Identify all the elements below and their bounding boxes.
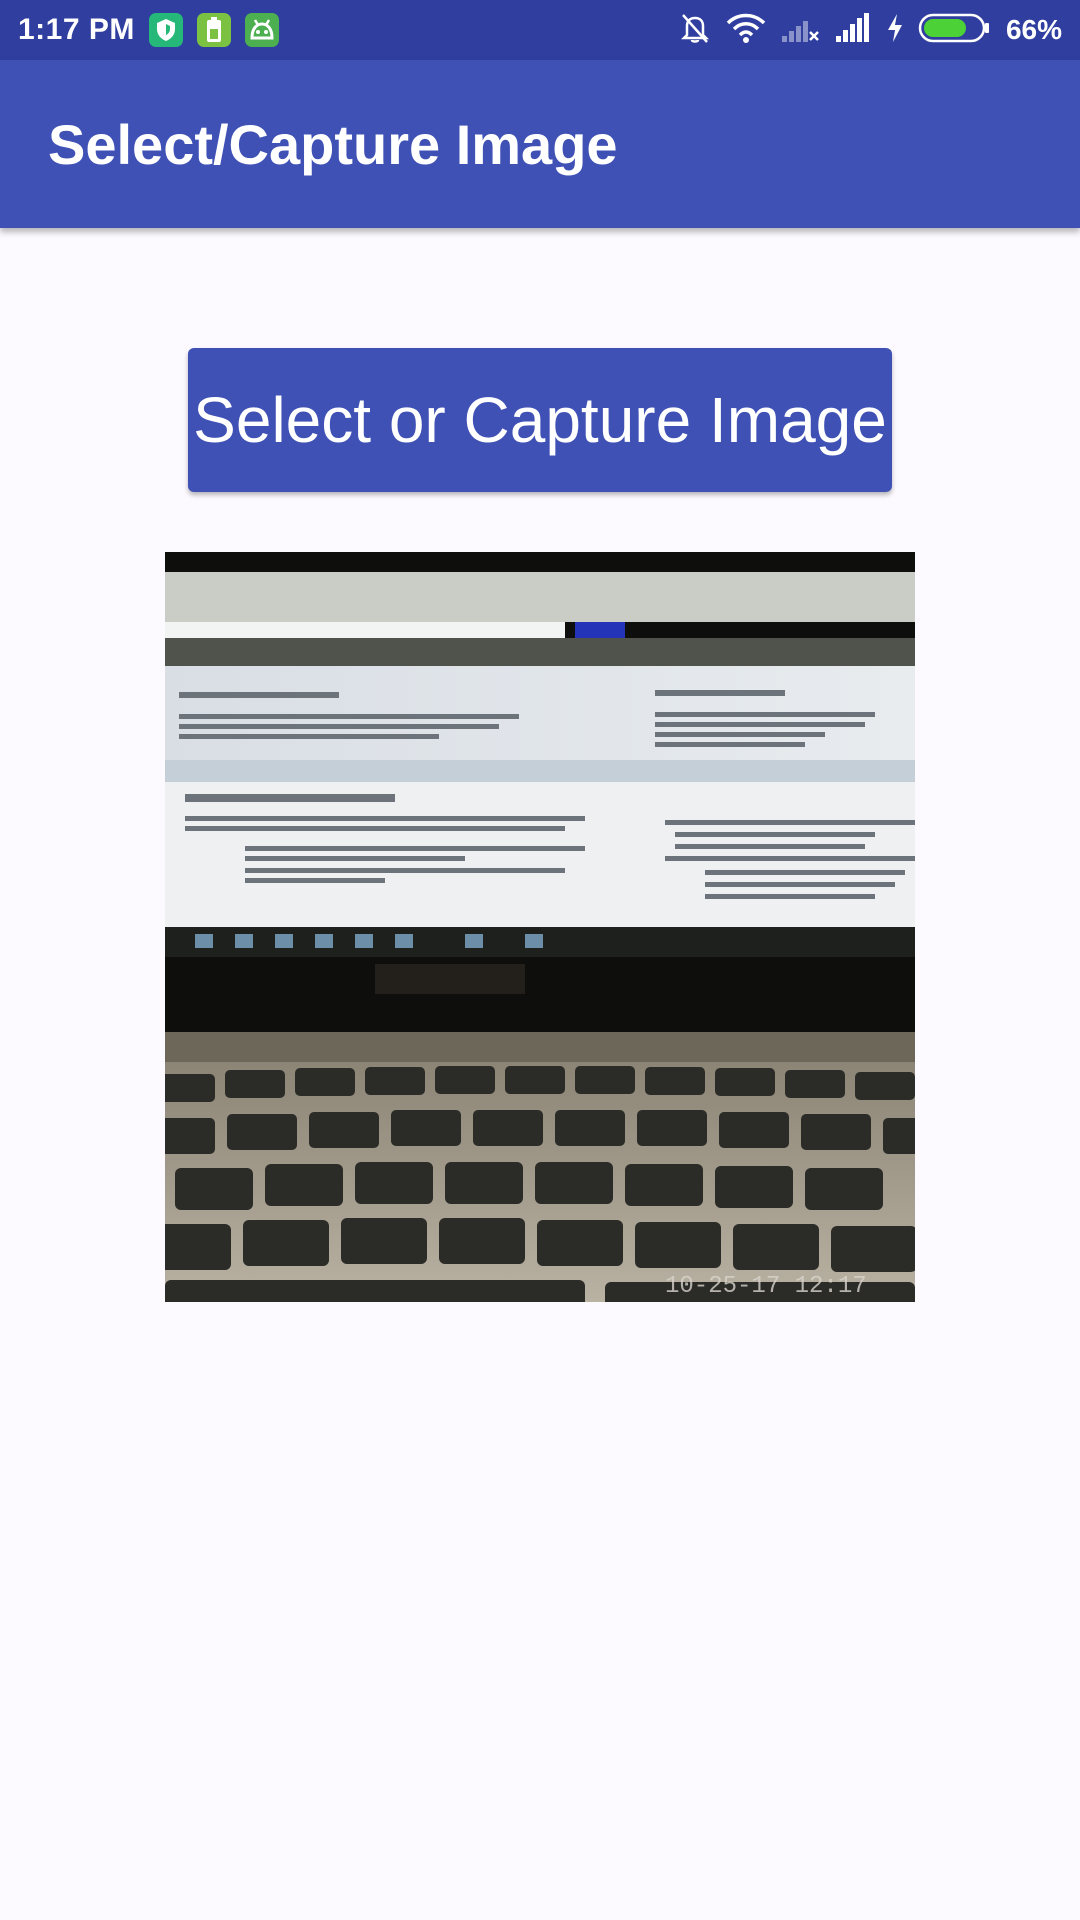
select-or-capture-image-button[interactable]: Select or Capture Image (188, 348, 892, 492)
battery-app-icon (196, 13, 231, 47)
status-time: 1:17 PM (18, 13, 135, 46)
captured-image: 10-25-17 12:17 (165, 552, 915, 1302)
battery-percent: 66% (1005, 14, 1062, 45)
app-bar: Select/Capture Image (0, 60, 1080, 228)
wifi-icon (726, 12, 766, 49)
status-left: 1:17 PM (18, 13, 279, 47)
page-title: Select/Capture Image (48, 112, 618, 176)
android-icon (244, 13, 279, 47)
no-sim-signal-icon (780, 12, 820, 49)
status-bar: 1:17 PM 66% (0, 0, 1080, 60)
photo-laptop-illustration: 10-25-17 12:17 (165, 552, 915, 1302)
shield-icon (148, 13, 183, 47)
notifications-off-icon (678, 11, 712, 50)
photo-watermark: 10-25-17 12:17 (665, 1273, 867, 1300)
signal-icon (834, 12, 872, 49)
charging-icon (886, 13, 904, 48)
status-right: 66% (678, 11, 1062, 50)
battery-icon (918, 12, 992, 49)
